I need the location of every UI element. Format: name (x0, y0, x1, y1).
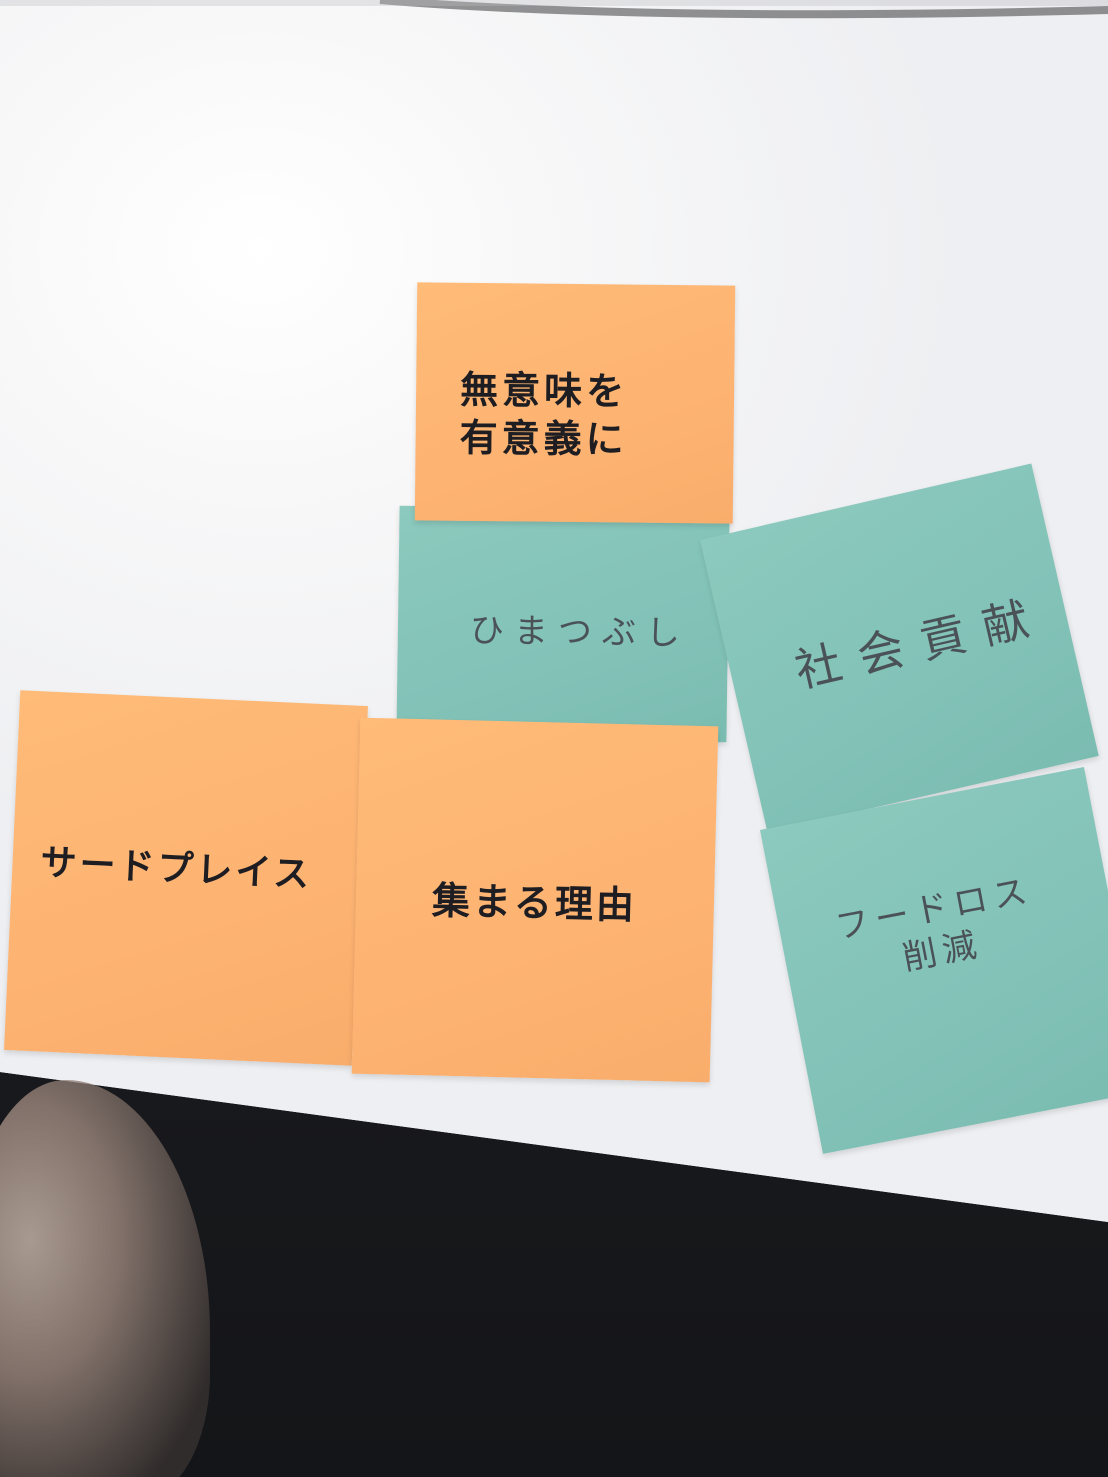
sticky-note-kill-time: ひまつぶし (396, 505, 730, 743)
note-text-food-loss: フードロス 削減 (832, 870, 1037, 979)
note-text-kill-time: ひまつぶし (469, 610, 691, 654)
note-text-social: 社会貢献 (790, 587, 1052, 699)
sticky-note-reason: 集まる理由 (351, 717, 719, 1083)
sticky-note-third-place: サードプレイス (4, 690, 368, 1066)
note-text-reason: 集まる理由 (431, 878, 638, 928)
photo-scene: ひまつぶし 無意味を 有意義に サードプレイス 集まる理由 社会貢献 フードロス… (0, 0, 1108, 1477)
sticky-note-meaningless: 無意味を 有意義に (414, 282, 736, 524)
note-text-third-place: サードプレイス (39, 842, 314, 896)
sticky-note-food-loss: フードロス 削減 (760, 767, 1108, 1154)
note-text-meaningless: 無意味を 有意義に (459, 367, 629, 462)
top-cable (0, 0, 1108, 19)
